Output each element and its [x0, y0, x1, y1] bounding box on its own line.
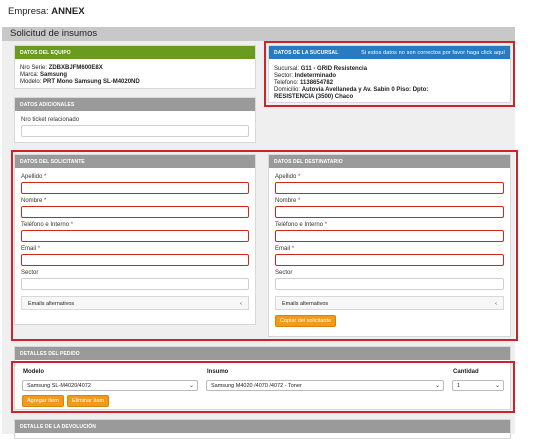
- remove-item-button[interactable]: Eliminar ítem: [67, 395, 110, 407]
- order-panel: DETALLES DEL PEDIDO Modelo Insumo Cantid…: [14, 346, 511, 410]
- model-column-label: Modelo: [23, 369, 44, 375]
- address-city-row: RESISTENCIA (3500) Chaco: [274, 94, 354, 100]
- recipient-lastname-label: Apellido *: [275, 174, 301, 180]
- ticket-input[interactable]: [21, 125, 249, 137]
- branch-correction-note: Si estos datos no son correctos por favo…: [361, 50, 505, 56]
- branch-panel-header: DATOS DE LA SUCURSAL Si estos datos no s…: [269, 46, 510, 59]
- recipient-lastname-input[interactable]: [275, 182, 504, 194]
- chevron-left-icon: ‹: [495, 301, 497, 307]
- requester-panel-header: DATOS DEL SOLICITANTE: [15, 155, 255, 168]
- recipient-email-input[interactable]: [275, 254, 504, 266]
- recipient-panel-header: DATOS DEL DESTINATARIO: [269, 155, 510, 168]
- requester-phone-input[interactable]: [21, 230, 249, 242]
- requester-panel: DATOS DEL SOLICITANTE Apellido * Nombre …: [14, 154, 256, 325]
- equipment-panel-header: DATOS DEL EQUIPO: [15, 46, 255, 59]
- chevron-down-icon: ⌄: [188, 383, 194, 389]
- requester-lastname-input[interactable]: [21, 182, 249, 194]
- page-title: Solicitud de insumos: [2, 27, 515, 41]
- requester-sector-input[interactable]: [21, 278, 249, 290]
- copy-from-requester-button[interactable]: Copiar del solicitante: [275, 315, 337, 327]
- recipient-panel: DATOS DEL DESTINATARIO Apellido * Nombre…: [268, 154, 511, 337]
- recipient-alt-emails-label: Emails alternativos: [282, 301, 329, 307]
- requester-sector-label: Sector: [21, 270, 39, 276]
- ticket-label: Nro ticket relacionado: [21, 117, 80, 123]
- company-name: ANNEX: [51, 6, 85, 17]
- recipient-firstname-label: Nombre *: [275, 198, 301, 204]
- return-panel-header: DETALLE DE LA DEVOLUCIÓN: [15, 420, 510, 433]
- chevron-down-icon: ⌄: [434, 383, 440, 389]
- branch-row: Sucursal: G11 - GRID Resistencia: [274, 66, 368, 72]
- requester-lastname-label: Apellido *: [21, 174, 47, 180]
- return-panel: DETALLE DE LA DEVOLUCIÓN: [14, 419, 511, 439]
- requester-alt-emails-toggle[interactable]: Emails alternativos ‹: [21, 296, 249, 310]
- supply-select[interactable]: Samsung M4020 /4070 /4072 - Toner ⌄: [206, 380, 444, 391]
- phone-row: Telefono: 1138654782: [274, 80, 334, 86]
- model-select[interactable]: Samsung SL-M4020/4072 ⌄: [22, 380, 198, 391]
- address-row: Domicilio: Autovía Avellaneda y Av. Sabi…: [274, 87, 429, 93]
- branch-panel: DATOS DE LA SUCURSAL Si estos datos no s…: [268, 45, 511, 103]
- quantity-column-label: Cantidad: [453, 369, 479, 375]
- company-heading: Empresa: ANNEX: [8, 6, 85, 17]
- requester-email-input[interactable]: [21, 254, 249, 266]
- add-item-button[interactable]: Agregar ítem: [22, 395, 64, 407]
- form-area: DATOS DEL EQUIPO Nro Serie: ZDBXBJFM600E…: [2, 41, 518, 439]
- quantity-select[interactable]: 1 ⌄: [452, 380, 504, 391]
- requester-firstname-label: Nombre *: [21, 198, 47, 204]
- additional-panel: DATOS ADICIONALES Nro ticket relacionado: [14, 97, 256, 143]
- recipient-sector-input[interactable]: [275, 278, 504, 290]
- recipient-phone-input[interactable]: [275, 230, 504, 242]
- recipient-firstname-input[interactable]: [275, 206, 504, 218]
- click-here-link[interactable]: click aquí: [481, 50, 505, 56]
- requester-firstname-input[interactable]: [21, 206, 249, 218]
- chevron-left-icon: ‹: [240, 301, 242, 307]
- brand-row: Marca: Samsung: [20, 72, 68, 78]
- chevron-down-icon: ⌄: [494, 383, 500, 389]
- additional-panel-header: DATOS ADICIONALES: [15, 98, 255, 111]
- recipient-email-label: Email *: [275, 246, 295, 252]
- sector-row: Sector: Indeterminado: [274, 73, 337, 79]
- recipient-sector-label: Sector: [275, 270, 293, 276]
- company-label: Empresa:: [8, 6, 49, 17]
- order-panel-header: DETALLES DEL PEDIDO: [15, 347, 510, 360]
- requester-email-label: Email *: [21, 246, 41, 252]
- branch-panel-title: DATOS DE LA SUCURSAL: [274, 50, 339, 56]
- recipient-phone-label: Teléfono e Interno *: [275, 222, 328, 228]
- recipient-alt-emails-toggle[interactable]: Emails alternativos ‹: [275, 296, 504, 310]
- requester-alt-emails-label: Emails alternativos: [28, 301, 75, 307]
- serial-row: Nro Serie: ZDBXBJFM600E8X: [20, 65, 103, 71]
- requester-phone-label: Teléfono e Interno *: [21, 222, 74, 228]
- supply-column-label: Insumo: [207, 369, 229, 375]
- model-row: Modelo: PRT Mono Samsung SL-M4020ND: [20, 79, 140, 85]
- equipment-panel: DATOS DEL EQUIPO Nro Serie: ZDBXBJFM600E…: [14, 45, 256, 89]
